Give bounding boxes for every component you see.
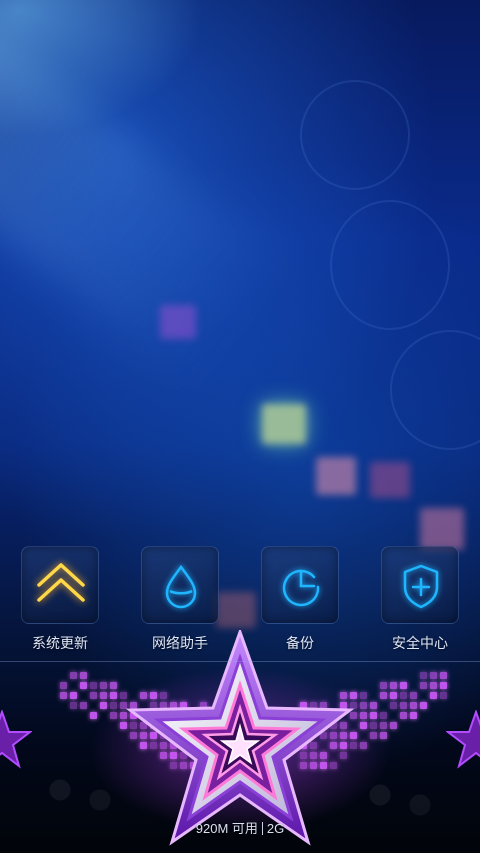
separator (261, 822, 263, 835)
bokeh-light (262, 404, 306, 444)
pixel-light (410, 712, 417, 719)
backup-circle-icon (282, 569, 320, 607)
pixel-light (420, 702, 427, 709)
bokeh-ring (390, 330, 480, 450)
pixel-light (380, 712, 387, 719)
pixel-light (420, 682, 427, 689)
pixel-light (380, 732, 387, 739)
side-star-icon (446, 710, 480, 769)
quick-tools-folder: 系统更新 网络助手 备份 安全中心 (0, 546, 480, 656)
memory-status: 920M 可用 2G (0, 818, 480, 838)
app-backup[interactable]: 备份 (240, 546, 360, 656)
pixel-light (90, 682, 97, 689)
shield-plus-icon (403, 564, 439, 609)
pixel-light (110, 692, 117, 699)
pixel-light (360, 722, 367, 729)
pixel-light (420, 672, 427, 679)
pixel-light (110, 712, 117, 719)
pixel-light (90, 712, 97, 719)
pixel-light (380, 692, 387, 699)
app-tile[interactable] (21, 546, 99, 624)
pixel-light (410, 702, 417, 709)
pixel-light (80, 682, 87, 689)
pixel-light (100, 692, 107, 699)
memory-total: 2G (266, 821, 285, 836)
pixel-light (430, 692, 437, 699)
pixel-light (110, 702, 117, 709)
app-system-update[interactable]: 系统更新 (0, 546, 120, 656)
app-tile[interactable] (261, 546, 339, 624)
pixel-light (60, 682, 67, 689)
water-drop-icon (165, 564, 197, 609)
pixel-light (430, 682, 437, 689)
pixel-light (60, 692, 67, 699)
pixel-light (390, 682, 397, 689)
bokeh-light (160, 305, 196, 339)
pixel-light (390, 722, 397, 729)
bokeh-light (370, 462, 410, 498)
pixel-light (370, 702, 377, 709)
double-chevron-up-icon (37, 563, 85, 602)
pixel-light (370, 712, 377, 719)
pixel-light (390, 702, 397, 709)
bokeh-ring (300, 80, 410, 190)
pixel-light (90, 692, 97, 699)
pixel-light (360, 742, 367, 749)
pixel-light (380, 722, 387, 729)
memory-available: 920M 可用 (195, 821, 258, 836)
app-network-assistant[interactable]: 网络助手 (120, 546, 240, 656)
app-label: 网络助手 (152, 636, 208, 652)
pixel-light (370, 722, 377, 729)
pixel-light (380, 682, 387, 689)
pixel-light (70, 702, 77, 709)
pixel-light (80, 702, 87, 709)
pixel-light (110, 682, 117, 689)
pixel-light (360, 692, 367, 699)
pixel-light (100, 682, 107, 689)
app-label: 安全中心 (392, 636, 448, 652)
bokeh-ring (330, 200, 450, 330)
pixel-light (70, 672, 77, 679)
pixel-light (100, 702, 107, 709)
app-label: 备份 (286, 636, 314, 652)
pixel-light (360, 702, 367, 709)
wallpaper (0, 0, 480, 853)
pixel-light (410, 692, 417, 699)
pixel-light (390, 692, 397, 699)
pixel-light (360, 712, 367, 719)
pixel-light (400, 692, 407, 699)
pixel-light (80, 672, 87, 679)
bokeh-light (316, 457, 356, 495)
pixel-light (70, 692, 77, 699)
app-tile[interactable] (141, 546, 219, 624)
bokeh-light (420, 508, 464, 550)
pixel-light (440, 672, 447, 679)
pixel-light (440, 692, 447, 699)
app-label: 系统更新 (32, 636, 88, 652)
pixel-light (440, 682, 447, 689)
pixel-light (400, 712, 407, 719)
pixel-light (430, 672, 437, 679)
folder-divider (0, 661, 480, 662)
app-security-center[interactable]: 安全中心 (360, 546, 480, 656)
side-star-icon (0, 710, 32, 769)
pixel-light (400, 702, 407, 709)
app-tile[interactable] (381, 546, 459, 624)
pixel-light (370, 732, 377, 739)
pixel-light (400, 682, 407, 689)
light-beam (0, 0, 290, 387)
